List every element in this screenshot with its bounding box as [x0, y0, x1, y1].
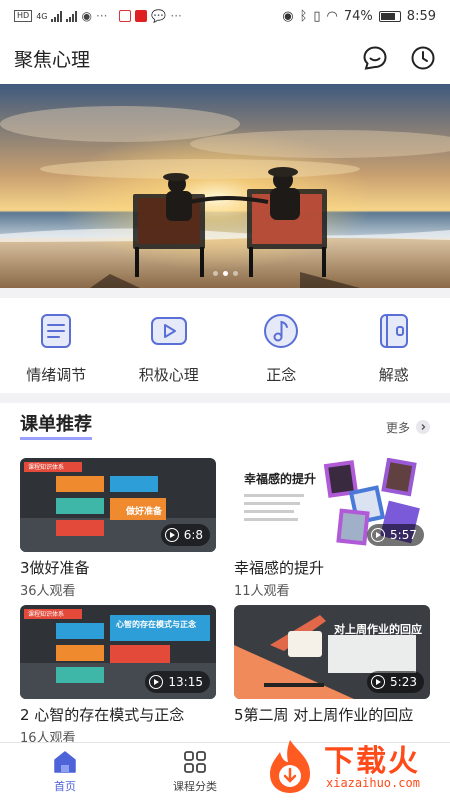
- bluetooth-icon: ᛒ: [299, 8, 308, 24]
- course-card[interactable]: 幸福感的提升 5:57 幸福感的提升 11人观看: [234, 458, 430, 599]
- watermark-sub: xiazaihuo.com: [326, 776, 420, 790]
- home-icon: [54, 751, 76, 773]
- carousel-dot[interactable]: [233, 271, 238, 276]
- course-title: 5第二周 对上周作业的回应: [234, 706, 414, 724]
- course-thumbnail: 课程知识体系 做好准备 6:8: [20, 458, 216, 552]
- divider: [0, 288, 450, 298]
- app-title: 聚焦心理: [14, 48, 91, 71]
- course-thumbnail: 对上周作业的回应 5:23: [234, 605, 430, 699]
- clock-time: 8:59: [406, 8, 436, 24]
- thumb-text: 对上周作业的回应: [334, 623, 422, 636]
- section-title: 课单推荐: [20, 414, 92, 440]
- category-emotion-regulation[interactable]: 情绪调节: [0, 298, 113, 393]
- document-icon: [41, 314, 72, 348]
- grid-icon: [184, 751, 206, 773]
- course-card[interactable]: 对上周作业的回应 5:23 5第二周 对上周作业的回应: [234, 605, 430, 725]
- app-notification-icon: [119, 10, 132, 22]
- category-mindfulness[interactable]: 正念: [225, 298, 338, 393]
- nav-categories-label: 课程分类: [173, 780, 217, 793]
- duration-badge: 6:8: [160, 524, 210, 546]
- thumb-text: 心智的存在模式与正念: [116, 620, 196, 629]
- battery-percent: 74%: [343, 8, 373, 24]
- status-left: HD 4G ◉ ··· 💬 ···: [14, 9, 182, 23]
- course-title: 幸福感的提升: [234, 559, 325, 577]
- category-nav: 情绪调节 积极心理 正念 解惑: [0, 298, 450, 393]
- status-bar: HD 4G ◉ ··· 💬 ··· ◉ ᛒ ▯ ◠ 74% 8:59: [0, 0, 450, 32]
- course-card[interactable]: 课程知识体系 心智的存在模式与正念 13:15 2 心智的存在模式与正念 16人…: [20, 605, 216, 746]
- nav-course-categories[interactable]: 课程分类: [130, 743, 260, 800]
- category-positive-psychology[interactable]: 积极心理: [113, 298, 226, 393]
- app-notification-icon-2: [135, 10, 148, 22]
- duration-badge: 13:15: [145, 671, 210, 693]
- divider: [0, 393, 450, 403]
- thumb-text: 做好准备: [126, 507, 163, 517]
- play-icon: [149, 675, 164, 689]
- notebook-icon: [379, 314, 408, 348]
- network-type: 4G: [36, 11, 48, 21]
- overflow-icon: ···: [95, 9, 108, 23]
- play-icon: [371, 675, 386, 689]
- carousel-dot-active[interactable]: [223, 271, 228, 276]
- recommended-section-header: 课单推荐 更多: [0, 408, 450, 446]
- video-play-icon: [150, 317, 187, 345]
- signal-icon-2: [66, 10, 78, 22]
- duration-text: 5:57: [390, 528, 417, 542]
- duration-badge: 5:23: [367, 671, 424, 693]
- battery-icon: [378, 10, 401, 22]
- thumb-tag: 课程知识体系: [28, 611, 65, 618]
- banner-carousel[interactable]: [0, 84, 450, 288]
- course-views: 11人观看: [234, 584, 290, 599]
- music-note-icon: [264, 314, 299, 348]
- wifi-icon: ◠: [326, 8, 338, 24]
- more-notifications-icon: ···: [170, 9, 182, 23]
- banner-image: [0, 84, 450, 288]
- category-label: 解惑: [378, 366, 409, 384]
- thumb-text: 幸福感的提升: [244, 472, 317, 486]
- duration-text: 13:15: [168, 675, 203, 689]
- course-title: 3做好准备: [20, 559, 90, 577]
- more-label: 更多: [385, 420, 410, 435]
- hd-indicator: HD: [14, 10, 33, 22]
- course-views: 36人观看: [20, 584, 76, 599]
- app-header: 聚焦心理: [0, 32, 450, 84]
- vibrate-icon: ▯: [313, 8, 321, 24]
- signal-icon: [51, 10, 63, 22]
- course-thumbnail: 课程知识体系 心智的存在模式与正念 13:15: [20, 605, 216, 699]
- play-icon: [164, 528, 179, 542]
- header-actions: [362, 45, 436, 71]
- category-q-and-a[interactable]: 解惑: [338, 298, 450, 393]
- eye-icon: ◉: [282, 8, 294, 24]
- status-right: ◉ ᛒ ▯ ◠ 74% 8:59: [282, 9, 436, 24]
- message-icon[interactable]: [362, 45, 388, 71]
- flame-logo-icon: [270, 740, 310, 793]
- nav-home[interactable]: 首页: [0, 743, 130, 800]
- category-label: 情绪调节: [26, 366, 87, 384]
- duration-text: 5:23: [390, 675, 417, 689]
- carousel-dots: [213, 271, 238, 276]
- carousel-dot[interactable]: [213, 271, 218, 276]
- chat-notification-icon: 💬: [151, 9, 167, 23]
- nav-home-label: 首页: [54, 780, 76, 793]
- more-link[interactable]: 更多: [386, 419, 430, 436]
- chevron-right-icon: [416, 420, 430, 434]
- watermark: 下载火 xiazaihuo.com: [260, 736, 446, 796]
- play-icon: [371, 528, 386, 542]
- watermark-text: 下载火: [324, 744, 420, 779]
- course-title: 2 心智的存在模式与正念: [20, 706, 185, 724]
- category-label: 积极心理: [138, 366, 199, 384]
- wechat-icon: ◉: [81, 9, 92, 23]
- course-card[interactable]: 课程知识体系 做好准备 6:8 3做好准备 36人观看: [20, 458, 216, 599]
- course-thumbnail: 幸福感的提升 5:57: [234, 458, 430, 552]
- duration-badge: 5:57: [367, 524, 424, 546]
- clock-icon[interactable]: [410, 45, 436, 71]
- category-label: 正念: [266, 366, 297, 384]
- duration-text: 6:8: [183, 528, 203, 542]
- thumb-tag: 课程知识体系: [28, 464, 65, 471]
